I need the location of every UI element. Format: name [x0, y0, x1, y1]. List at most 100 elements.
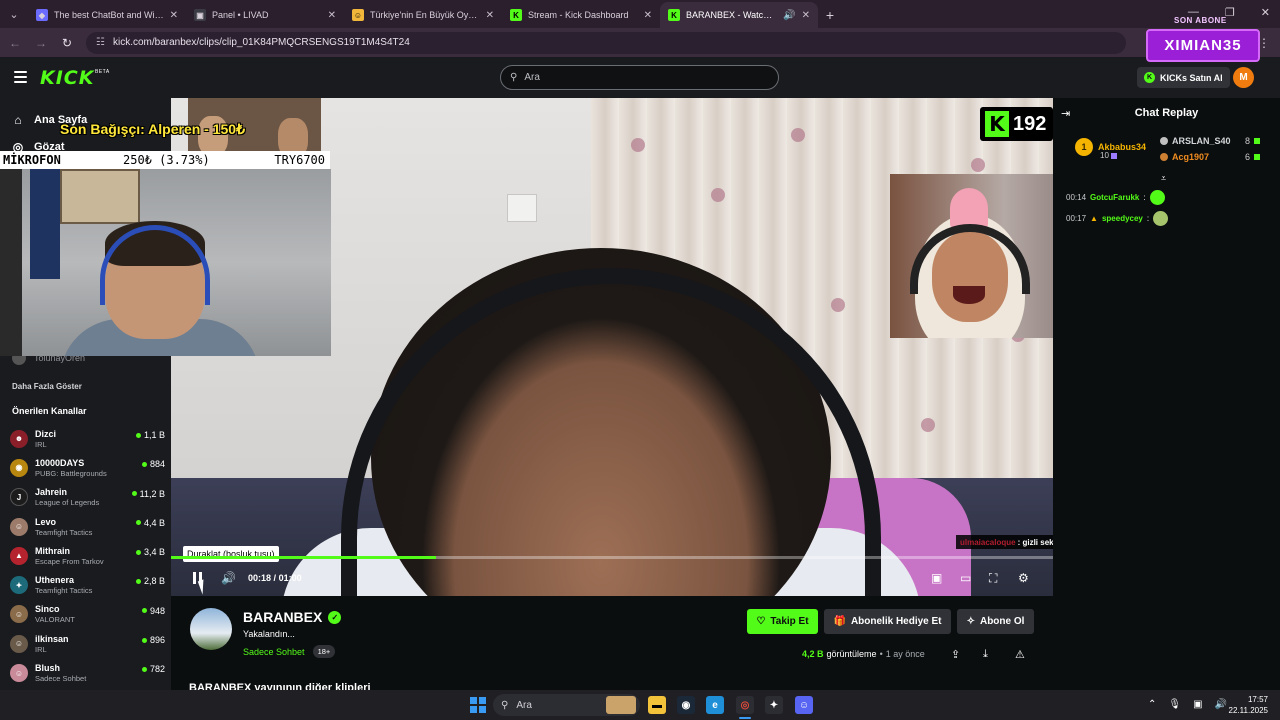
leaderboard-third[interactable]: Acg1907 6 [1160, 152, 1260, 162]
tab-close-icon[interactable]: ✕ [486, 10, 494, 21]
follow-button[interactable]: ♡ Takip Et [747, 609, 818, 634]
menu-icon[interactable] [14, 71, 27, 83]
display-icon[interactable]: ▣ [1193, 699, 1202, 710]
microphone-icon[interactable]: 🎙 [1168, 699, 1181, 710]
last-sub-name: XIMIAN35 [1146, 29, 1260, 62]
browser-tab-bar: ⌄ ◆ The best ChatBot and Widgets ✕ ▣ Pan… [0, 0, 1280, 28]
tab-audio-icon[interactable]: 🔊 [783, 10, 795, 21]
channel-category: IRL [35, 644, 47, 654]
channel-category: Sadece Sohbet [35, 674, 87, 684]
message-user[interactable]: speedycey [1102, 214, 1143, 223]
user-avatar[interactable]: M [1233, 67, 1254, 88]
report-icon[interactable]: ⚠ [1015, 648, 1025, 661]
tab-livad[interactable]: ▣ Panel • LIVAD ✕ [186, 2, 344, 28]
gift-sub-button[interactable]: 🎁 Abonelik Hediye Et [824, 609, 951, 634]
fullscreen-icon[interactable]: ⛶ [989, 571, 997, 586]
avatar: ☺ [10, 634, 28, 653]
time-total: 01:00 [278, 573, 302, 583]
app-icon[interactable]: ✦ [765, 696, 783, 714]
emote-icon [1149, 190, 1165, 205]
list-item[interactable]: ☺ ilkinsan IRL 896 [10, 629, 165, 658]
mikrofon-goal-overlay: MİKROFON 250₺ (3.73%) TRY6700 [0, 151, 330, 169]
search-highlight-icon[interactable] [606, 696, 636, 714]
file-explorer-icon[interactable]: ▬ [648, 696, 666, 714]
theater-mode-icon[interactable]: ▭ [960, 571, 971, 585]
tab-kick-dashboard[interactable]: K Stream - Kick Dashboard ✕ [502, 2, 660, 28]
channel-category-row: Sadece Sohbet 18+ [243, 645, 336, 658]
kick-logo[interactable]: KICK [40, 67, 94, 89]
taskbar-clock[interactable]: 17:57 22.11.2025 [1228, 694, 1268, 716]
search-icon: ⚲ [501, 699, 509, 711]
viewer-count: 948 [141, 606, 165, 616]
chrome-icon[interactable]: ◎ [736, 696, 754, 714]
expand-leaderboard-icon[interactable]: ⩡ [1161, 173, 1166, 184]
list-item[interactable]: ✦ Uthenera Teamfight Tactics 2,8 B [10, 570, 165, 599]
avatar: J [10, 488, 28, 507]
settings-icon[interactable]: ⚙ [1018, 571, 1029, 585]
channel-name-row[interactable]: BARANBEX ✓ [243, 609, 342, 625]
clip-icon[interactable]: ▣ [931, 571, 942, 585]
star-icon: ✧ [966, 616, 975, 627]
volume-icon[interactable]: 🔊 [221, 571, 236, 585]
steam-icon[interactable]: ◉ [677, 696, 695, 714]
leaderboard-second[interactable]: ARSLAN_S40 8 [1160, 136, 1260, 146]
show-more-link[interactable]: Daha Fazla Göster [12, 382, 82, 391]
tab-list-button[interactable]: ⌄ [0, 0, 28, 28]
tab-close-icon[interactable]: ✕ [644, 10, 652, 21]
tab-close-icon[interactable]: ✕ [170, 10, 178, 21]
viewer-count: 884 [141, 459, 165, 469]
discord-icon[interactable]: ☺ [795, 696, 813, 714]
list-item[interactable]: ☺ Blush Sadece Sohbet 782 [10, 658, 165, 687]
emote-icon [1153, 211, 1169, 226]
tab-title: Panel • LIVAD [212, 10, 269, 20]
windows-start-icon[interactable] [470, 697, 486, 713]
tab-close-icon[interactable]: ✕ [328, 10, 336, 21]
list-item[interactable]: ▲ Mithrain Escape From Tarkov 3,4 B [10, 541, 165, 570]
buy-kicks-button[interactable]: K KICKs Satın Al [1137, 67, 1230, 88]
tab-baranbex-active[interactable]: K BARANBEX - Watch clips on 🔊 ✕ [660, 2, 818, 28]
views-row: 4,2 B görüntüleme • 1 ay önce [802, 649, 925, 659]
forward-icon[interactable]: → [34, 36, 48, 50]
windows-taskbar: ⚲ Ara ▬ ◉ e ◎ ✦ ☺ ⌃ 🎙 ▣ 🔊 17:57 22.11.20… [0, 690, 1280, 720]
chevron-up-icon[interactable]: ⌃ [1148, 699, 1156, 710]
search-input[interactable]: ⚲ Ara [500, 65, 779, 90]
reload-icon[interactable]: ↻ [60, 36, 74, 50]
tab-title: BARANBEX - Watch clips on [686, 10, 778, 20]
new-tab-button[interactable]: + [818, 2, 842, 28]
tab-chatbot[interactable]: ◆ The best ChatBot and Widgets ✕ [28, 2, 186, 28]
list-item[interactable]: ☺ Levo Teamfight Tactics 4,4 B [10, 512, 165, 541]
speaker-icon[interactable]: 🔊 [1215, 699, 1227, 710]
list-item[interactable]: ☺ Sinco VALORANT 948 [10, 600, 165, 629]
list-item[interactable]: J Jahrein League of Legends 11,2 B [10, 483, 165, 512]
collapse-chat-icon[interactable]: ⇥ [1061, 107, 1070, 120]
share-icon[interactable]: ⇪ [951, 648, 960, 661]
progress-fill [171, 556, 436, 559]
leaderboard-value: 8 [1244, 136, 1250, 146]
back-icon[interactable]: ← [8, 36, 22, 50]
viewer-count-label: 11,2 B [139, 488, 165, 499]
tab-oyuncu[interactable]: ☺ Türkiye'nin En Büyük Oyuncu D ✕ [344, 2, 502, 28]
buy-kicks-label: KICKs Satın Al [1160, 72, 1223, 83]
tab-close-icon[interactable]: ✕ [802, 10, 810, 21]
live-dot-icon [135, 432, 141, 438]
download-icon[interactable]: ⤓ [983, 648, 988, 661]
list-item[interactable]: ◉ 10000DAYS PUBG: Battlegrounds 884 [10, 453, 165, 482]
edge-icon[interactable]: e [706, 696, 724, 714]
gift-icon: 🎁 [833, 616, 846, 627]
leaderboard-name: ARSLAN_S40 [1172, 136, 1231, 146]
channel-category: Teamfight Tactics [35, 527, 93, 537]
category-link[interactable]: Sadece Sohbet [243, 647, 305, 657]
site-info-icon[interactable]: ☷ [96, 37, 105, 48]
subscribe-button[interactable]: ✧ Abone Ol [957, 609, 1034, 634]
message-user[interactable]: GotcuFarukk [1090, 193, 1139, 202]
progress-bar[interactable] [171, 556, 1053, 559]
list-item[interactable]: ☻ Dizci IRL 1,1 B [10, 424, 165, 453]
viewer-count-label: 782 [149, 664, 165, 675]
channel-avatar[interactable] [190, 608, 232, 650]
taskbar-search-placeholder: Ara [516, 699, 532, 711]
url-field[interactable]: ☷ kick.com/baranbex/clips/clip_01K84PMQC… [86, 31, 1126, 54]
live-dot-icon [135, 578, 141, 584]
avatar: ☻ [10, 429, 28, 448]
viewer-count-label: 2,8 B [143, 576, 165, 587]
close-window-icon[interactable]: ✕ [1261, 6, 1270, 19]
